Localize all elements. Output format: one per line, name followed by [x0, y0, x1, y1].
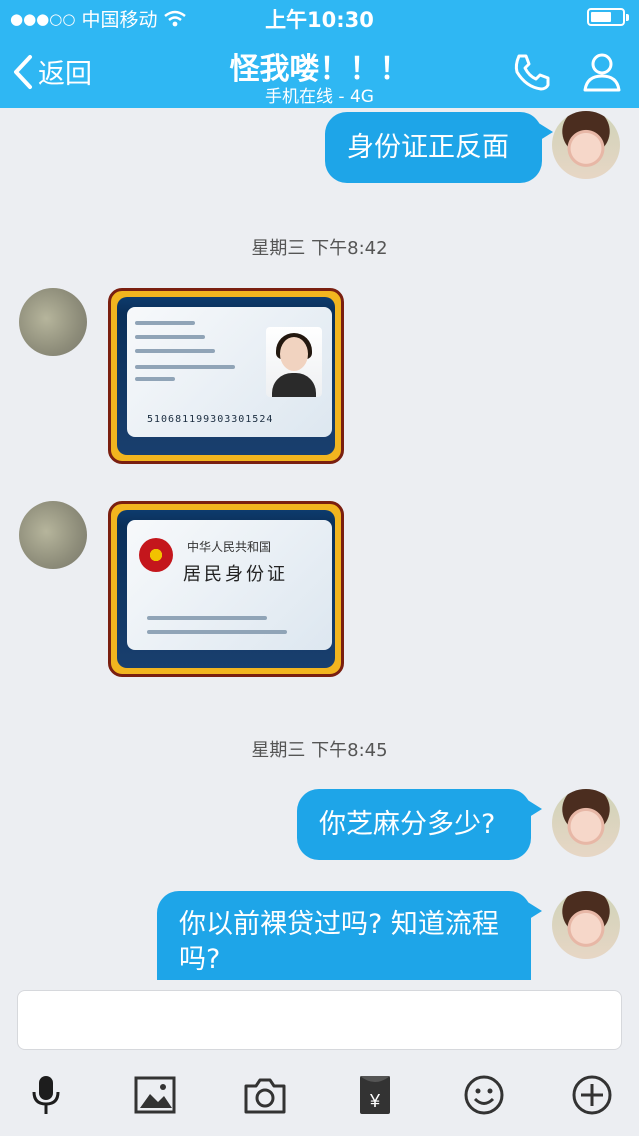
top-bar: ●●●○○ 中国移动 上午10:30 返回 怪我喽！！！ 手机在线 - 4G: [0, 0, 639, 108]
message-bubble[interactable]: 你以前裸贷过吗? 知道流程吗?: [157, 891, 542, 980]
message-bubble[interactable]: 身份证正反面: [325, 112, 553, 183]
status-bar: ●●●○○ 中国移动 上午10:30: [0, 0, 639, 34]
emoji-icon[interactable]: [461, 1072, 507, 1118]
id-number: 510681199303301524: [147, 414, 274, 425]
id-card-face: 中华人民共和国 居民身份证: [127, 520, 332, 650]
id-card-face: 510681199303301524: [127, 307, 332, 437]
image-message-id-back[interactable]: 中华人民共和国 居民身份证: [108, 501, 344, 677]
portrait-face: [280, 337, 308, 371]
national-emblem-icon: [139, 538, 173, 572]
battery-level: [591, 12, 611, 22]
id-text-line: [135, 335, 205, 339]
id-card-front-image: 510681199303301524: [117, 297, 335, 455]
image-icon[interactable]: [132, 1072, 178, 1118]
contact-avatar[interactable]: [19, 501, 87, 569]
id-text-line: [135, 377, 175, 381]
id-text-line: [135, 349, 215, 353]
id-card-country: 中华人民共和国: [187, 540, 272, 554]
message-timestamp: 星期三 下午8:45: [251, 740, 388, 761]
image-message-id-front[interactable]: 510681199303301524: [108, 288, 344, 464]
message-text: 你芝麻分多少?: [319, 809, 496, 840]
profile-icon[interactable]: [580, 50, 624, 94]
svg-text:¥: ¥: [369, 1091, 381, 1111]
message-input[interactable]: [17, 990, 622, 1050]
id-card-title: 居民身份证: [183, 564, 288, 585]
message-timestamp: 星期三 下午8:42: [251, 238, 388, 259]
message-bubble[interactable]: 你芝麻分多少?: [297, 789, 542, 860]
message-text: 你以前裸贷过吗? 知道流程吗?: [179, 909, 499, 975]
id-card-back-image: 中华人民共和国 居民身份证: [117, 510, 335, 668]
id-portrait: [266, 327, 322, 397]
phone-icon[interactable]: [510, 50, 554, 94]
id-text-line: [135, 365, 235, 369]
my-avatar[interactable]: [552, 789, 620, 857]
id-text-line: [147, 630, 287, 634]
my-avatar[interactable]: [552, 111, 620, 179]
my-avatar[interactable]: [552, 891, 620, 959]
message-text: 身份证正反面: [347, 132, 509, 163]
id-text-line: [147, 616, 267, 620]
red-packet-icon[interactable]: ¥: [352, 1072, 398, 1118]
microphone-icon[interactable]: [23, 1072, 69, 1118]
input-bar: [0, 980, 639, 1136]
contact-avatar[interactable]: [19, 288, 87, 356]
chat-area[interactable]: 身份证正反面 星期三 下午8:42 510681199303301524 中华人…: [0, 108, 639, 980]
battery-icon: [587, 8, 629, 26]
id-text-line: [135, 321, 195, 325]
plus-icon[interactable]: [569, 1072, 615, 1118]
portrait-body: [272, 373, 316, 397]
status-time: 上午10:30: [265, 8, 374, 32]
camera-icon[interactable]: [242, 1072, 288, 1118]
